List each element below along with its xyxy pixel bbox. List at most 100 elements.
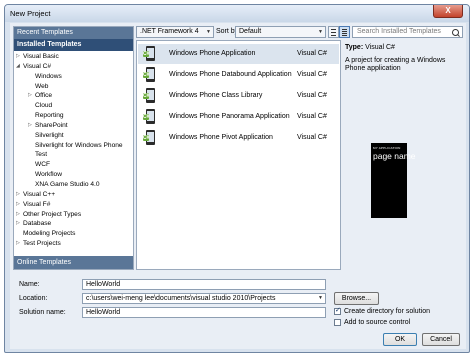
source-control-checkbox[interactable] [334,319,341,326]
template-type: Type: Visual C# [345,44,395,51]
collapsed-arrow-icon[interactable]: ▷ [16,200,20,210]
tree-item-label: Visual Basic [23,53,59,60]
tree-item-label: Test [35,151,48,159]
collapsed-arrow-icon[interactable]: ▷ [16,219,20,229]
collapsed-arrow-icon[interactable]: ▷ [16,239,20,249]
browse-button[interactable]: Browse... [334,292,379,305]
template-item[interactable]: C# Windows Phone Pivot Application Visual … [138,128,339,148]
template-item[interactable]: C# Windows Phone Application Visual C# [138,44,339,64]
close-button[interactable]: X [433,5,463,18]
expanded-arrow-icon[interactable]: ◢ [16,62,20,72]
tree-item[interactable]: ▷ Visual F# [14,200,133,210]
framework-dropdown[interactable]: .NET Framework 4 ▼ [136,26,214,38]
new-project-dialog: New Project X Recent Templates Installed… [4,4,470,353]
template-name: Windows Phone Panorama Application [169,113,290,120]
template-language: Visual C# [297,92,327,99]
template-name: Windows Phone Pivot Application [169,134,273,141]
tree-item[interactable]: ▷ Visual C++ [14,190,133,200]
search-placeholder: Search Installed Templates [357,28,441,35]
template-language: Visual C# [297,134,327,141]
tree-item[interactable]: Test [14,150,133,160]
small-icons-view-button[interactable] [339,26,350,38]
tree-item-label: XNA Game Studio 4.0 [35,180,100,188]
tree-item-label: Workflow [35,171,62,179]
template-details-panel: Type: Visual C# A project for creating a… [343,40,463,270]
sort-value: Default [239,28,262,35]
create-directory-checkbox[interactable] [334,306,341,315]
tree-item[interactable]: Web [14,82,133,92]
tree-item-label: WCF [35,161,51,169]
solution-name-input[interactable]: HelloWorld [82,307,326,318]
location-value: c:\users\wei-meng lee\documents\visual s… [86,295,276,302]
location-label: Location: [19,295,48,302]
collapsed-arrow-icon[interactable]: ▷ [28,121,32,131]
collapsed-arrow-icon[interactable]: ▷ [28,91,32,101]
tree-item-label: Web [35,82,49,90]
ok-button[interactable]: OK [383,333,417,346]
tree-item[interactable]: ▷ Visual Basic [14,52,133,62]
create-directory-label: Create directory for solution [344,308,430,315]
location-input[interactable]: c:\users\wei-meng lee\documents\visual s… [82,293,326,304]
chevron-down-icon[interactable]: ▼ [318,294,323,303]
recent-templates-header[interactable]: Recent Templates [14,27,133,39]
tree-item[interactable]: ▷ Other Project Types [14,210,133,220]
preview-page-name: page name [373,151,416,161]
tree-item[interactable]: ▷ Database [14,219,133,229]
collapsed-arrow-icon[interactable]: ▷ [16,52,20,62]
tree-item[interactable]: Silverlight [14,131,133,141]
tree-item[interactable]: Reporting [14,111,133,121]
tree-item-label: Modeling Projects [23,230,76,238]
chevron-down-icon: ▼ [318,29,323,35]
installed-templates-header[interactable]: Installed Templates [14,39,133,51]
tree-item-label: Silverlight [35,131,64,139]
windows-phone-icon: C# [143,45,158,62]
tree-item[interactable]: ▷ SharePoint [14,121,133,131]
template-name: Windows Phone Class Library [169,92,263,99]
tree-item-label: Other Project Types [23,210,82,218]
tree-item[interactable]: ▷ Office [14,91,133,101]
template-tree: ▷ Visual Basic ◢ Visual C# Windows Web ▷ Office… [14,52,133,249]
template-preview-image: MY APPLICATION page name [371,143,416,218]
template-description: A project for creating a Windows Phone a… [345,57,446,72]
collapsed-arrow-icon[interactable]: ▷ [16,190,20,200]
template-item[interactable]: C# Windows Phone Databound Application Vis… [138,65,339,85]
tree-item[interactable]: Cloud [14,101,133,111]
tree-item[interactable]: ▷ Test Projects [14,239,133,249]
cancel-button[interactable]: Cancel [422,333,460,346]
window-title: New Project [10,9,51,18]
tree-item-label: Visual F# [23,200,51,208]
collapsed-arrow-icon[interactable]: ▷ [16,210,20,220]
windows-phone-icon: C# [143,129,158,146]
tree-item[interactable]: Windows [14,72,133,82]
type-value: Visual C# [365,44,395,51]
template-item[interactable]: C# Windows Phone Panorama Application Visu… [138,107,339,127]
chevron-down-icon: ▼ [206,29,211,35]
tree-item[interactable]: Silverlight for Windows Phone [14,141,133,151]
sort-dropdown[interactable]: Default ▼ [235,26,326,38]
tree-item[interactable]: XNA Game Studio 4.0 [14,180,133,190]
tree-item-label: Silverlight for Windows Phone [35,141,123,149]
search-input[interactable]: Search Installed Templates [352,26,463,38]
template-name: Windows Phone Databound Application [169,71,292,78]
tree-item-label: Visual C++ [23,190,56,198]
template-language: Visual C# [297,50,327,57]
preview-app-title: MY APPLICATION [373,146,401,150]
tree-item[interactable]: Modeling Projects [14,229,133,239]
tree-item[interactable]: Workflow [14,170,133,180]
online-templates-header[interactable]: Online Templates [14,256,133,269]
name-input[interactable]: HelloWorld [82,279,326,290]
tree-item-label: Database [23,220,52,228]
template-name: Windows Phone Application [169,50,256,57]
template-language: Visual C# [297,113,327,120]
framework-value: .NET Framework 4 [140,28,199,35]
template-item[interactable]: C# Windows Phone Class Library Visual C# [138,86,339,106]
template-list: C# Windows Phone Application Visual C# C# Wi… [136,40,341,270]
large-icons-view-button[interactable] [328,26,339,38]
tree-item-label: Windows [35,72,62,80]
dialog-client-area: Recent Templates Installed Templates ▷ Vi… [10,23,466,349]
windows-phone-icon: C# [143,66,158,83]
tree-item[interactable]: WCF [14,160,133,170]
tree-item[interactable]: ◢ Visual C# [14,62,133,72]
search-icon[interactable] [452,29,459,36]
solution-name-label: Solution name: [19,309,66,316]
